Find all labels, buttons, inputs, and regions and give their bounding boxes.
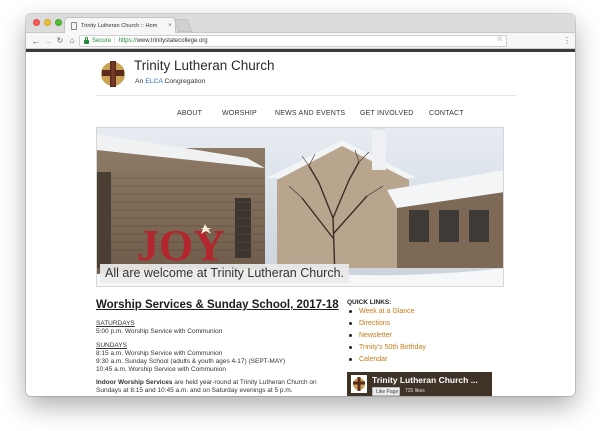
tab-close-icon[interactable]: × [165, 23, 175, 29]
hero-banner: JOY All are welcome at Trinity Lutheran … [96, 127, 504, 287]
quick-link-label[interactable]: Week at a Glance [359, 308, 415, 315]
kebab-menu-icon[interactable]: ⋮ [563, 34, 571, 47]
bullet [349, 358, 352, 361]
quick-link-label[interactable]: Newsletter [359, 332, 392, 339]
sunday-item: 9:30 a.m. Sunday School (adults & youth … [96, 358, 286, 365]
secure-label: Secure [92, 38, 112, 44]
browser-window: Trinity Lutheran Church :: Hom × ← → ↻ ⌂… [26, 14, 575, 396]
elca-link[interactable]: ELCA [145, 78, 162, 85]
bullet [349, 310, 352, 313]
sunday-item: 10:45 a.m. Worship Service with Communio… [96, 366, 226, 373]
maximize-window-button[interactable] [55, 19, 62, 26]
browser-toolbar: ← → ↻ ⌂ Secure | https:// www.trinitysta… [26, 33, 575, 49]
site-title[interactable]: Trinity Lutheran Church [134, 58, 275, 73]
close-window-button[interactable] [33, 19, 40, 26]
indoor-worship-line-2: Sundays at 8:15 and 10:45 a.m. and on Sa… [96, 387, 293, 394]
home-icon[interactable]: ⌂ [66, 34, 78, 48]
saturday-item: 5:00 p.m. Worship Service with Communion [96, 328, 223, 335]
url-scheme: https:// [118, 38, 137, 44]
quick-link-50th-birthday[interactable]: Trinity's 50th Birthday [349, 344, 426, 351]
title-bar: Trinity Lutheran Church :: Hom × [26, 14, 575, 33]
omnibox-divider: | [114, 38, 116, 44]
church-logo-icon[interactable] [98, 59, 128, 89]
site-tagline: An ELCA Congregation [135, 78, 205, 85]
browser-tab[interactable]: Trinity Lutheran Church :: Hom × [64, 17, 176, 33]
address-bar[interactable]: Secure | https:// www.trinitystatecolleg… [79, 35, 507, 47]
bullet [349, 346, 352, 349]
quick-link-calendar[interactable]: Calendar [349, 356, 387, 363]
tagline-suffix: Congregation [162, 78, 206, 85]
sunday-item: 8:15 a.m. Worship Service with Communion [96, 350, 223, 357]
lock-icon [84, 37, 89, 44]
forward-arrow-icon[interactable]: → [42, 34, 54, 48]
bullet [349, 322, 352, 325]
hero-caption: All are welcome at Trinity Lutheran Chur… [100, 264, 349, 283]
quick-link-newsletter[interactable]: Newsletter [349, 332, 392, 339]
facebook-like-button[interactable]: Like Page [372, 387, 400, 396]
nav-news-and-events[interactable]: NEWS AND EVENTS [275, 110, 345, 117]
quick-link-label[interactable]: Trinity's 50th Birthday [359, 344, 426, 351]
tagline-prefix: An [135, 78, 146, 85]
new-tab-button[interactable] [173, 19, 193, 32]
header-divider [96, 95, 516, 96]
page-icon [71, 21, 77, 30]
nav-worship[interactable]: WORSHIP [222, 110, 257, 117]
facebook-page-title[interactable]: Trinity Lutheran Church ... [372, 375, 478, 385]
nav-contact[interactable]: CONTACT [429, 110, 464, 117]
indoor-worship-bold: Indoor Worship Services [96, 379, 173, 386]
back-arrow-icon[interactable]: ← [30, 34, 42, 48]
worship-heading: Worship Services & Sunday School, 2017-1… [96, 299, 339, 311]
saturdays-label: SATURDAYS [96, 320, 135, 327]
facebook-widget[interactable]: Trinity Lutheran Church ... Like Page 72… [347, 372, 492, 396]
star-icon[interactable]: ☆ [496, 34, 503, 43]
quick-link-label[interactable]: Directions [359, 320, 390, 327]
joy-sign: JOY [137, 221, 225, 270]
church-logo-icon [351, 375, 367, 393]
screenshot-stage: Trinity Lutheran Church :: Hom × ← → ↻ ⌂… [0, 0, 600, 431]
minimize-window-button[interactable] [44, 19, 51, 26]
indoor-worship-line: Indoor Worship Services are held year-ro… [96, 379, 317, 387]
bullet [349, 334, 352, 337]
quick-link-week-at-a-glance[interactable]: Week at a Glance [349, 308, 415, 315]
indoor-worship-text: are held year-round at Trinity Lutheran … [172, 379, 317, 386]
nav-get-involved[interactable]: GET INVOLVED [360, 110, 414, 117]
url-host: www.trinitystatecollege.org [136, 38, 208, 44]
reload-icon[interactable]: ↻ [54, 34, 66, 48]
web-page: Trinity Lutheran Church An ELCA Congrega… [26, 52, 575, 396]
facebook-like-count: 725 likes [405, 388, 425, 394]
quick-links-title: QUICK LINKS: [347, 299, 392, 306]
nav-about[interactable]: ABOUT [177, 110, 202, 117]
quick-link-label[interactable]: Calendar [359, 356, 387, 363]
sundays-label: SUNDAYS [96, 342, 127, 349]
tab-title: Trinity Lutheran Church :: Hom [81, 22, 158, 29]
quick-link-directions[interactable]: Directions [349, 320, 390, 327]
